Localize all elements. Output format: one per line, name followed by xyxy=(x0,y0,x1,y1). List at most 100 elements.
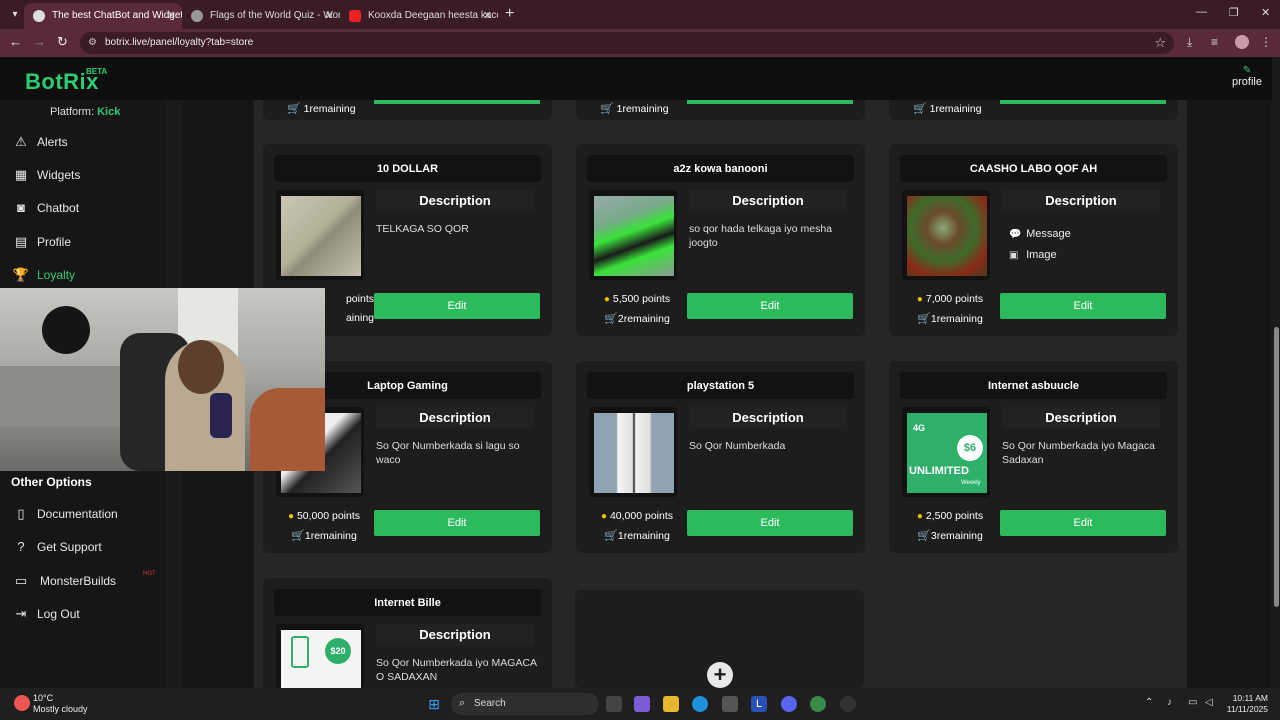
volume-icon[interactable]: ◁ xyxy=(1205,697,1213,708)
close-tab-icon[interactable]: ✕ xyxy=(167,9,176,22)
tab-search-icon[interactable]: ▾ xyxy=(6,6,24,24)
edit-button[interactable]: Edit xyxy=(374,510,540,536)
minimize-icon[interactable]: — xyxy=(1196,6,1207,18)
store-card-partial: 🛒 1remaining xyxy=(576,100,865,120)
description-heading: Description xyxy=(689,190,847,211)
edit-button[interactable]: Edit xyxy=(1000,510,1166,536)
edit-button[interactable] xyxy=(1000,100,1166,104)
sidebar-item-monsterbuilds[interactable]: ▭ MonsterBuilds xyxy=(0,566,166,596)
description-heading: Description xyxy=(1002,190,1160,211)
page-scrollbar[interactable] xyxy=(1272,57,1280,688)
browser-tab-bar: ▾ The best ChatBot and Widgets ✕ Flags o… xyxy=(0,0,1280,29)
sidebar-item-widgets[interactable]: ▦ Widgets xyxy=(0,160,166,190)
browser-toolbar: ← → ↻ ⚙ botrix.live/panel/loyalty?tab=st… xyxy=(0,29,1280,57)
sidebar-item-profile[interactable]: ▤ Profile xyxy=(0,227,166,257)
download-icon[interactable]: ⤓ xyxy=(1187,35,1192,50)
network-icon[interactable]: ▭ xyxy=(1188,697,1197,708)
sidebar-item-chatbot[interactable]: ◙ Chatbot xyxy=(0,193,166,223)
description-text: TELKAGA SO QOR xyxy=(376,223,469,235)
image-price-text: $20 xyxy=(325,638,351,664)
description-heading: Description xyxy=(689,407,847,428)
close-tab-icon[interactable]: ✕ xyxy=(325,9,334,22)
image-unlimited-text: UNLIMITED xyxy=(909,465,969,477)
edit-button[interactable] xyxy=(374,100,540,104)
site-info-icon[interactable]: ⚙ xyxy=(88,37,97,48)
weather-condition: Mostly cloudy xyxy=(33,704,88,714)
sidebar-item-label: Widgets xyxy=(37,168,81,182)
browser-tab-botrix[interactable]: The best ChatBot and Widgets ✕ xyxy=(24,3,182,29)
edit-button[interactable]: Edit xyxy=(1000,293,1166,319)
browser-tab-youtube[interactable]: Kooxda Deegaan heesta kacdan ✕ xyxy=(340,3,498,29)
reload-icon[interactable]: ↻ xyxy=(57,34,68,50)
remaining-count: 🛒1remaining xyxy=(587,529,687,542)
plus-icon[interactable]: + xyxy=(707,662,733,688)
microphone-icon[interactable]: ♪ xyxy=(1167,697,1172,708)
sidebar-item-documentation[interactable]: ▯ Documentation xyxy=(0,499,166,529)
sidebar-item-get-support[interactable]: ? Get Support xyxy=(0,532,166,562)
edit-button[interactable] xyxy=(687,100,853,104)
sidebar-item-alerts[interactable]: ⚠ Alerts xyxy=(0,127,166,157)
sidebar-item-label: Profile xyxy=(37,235,72,249)
close-window-icon[interactable]: ✕ xyxy=(1261,6,1270,19)
remaining-count: 🛒 1remaining xyxy=(600,102,669,115)
back-icon[interactable]: ← xyxy=(9,34,22,49)
item-image xyxy=(276,190,364,280)
image-tag-text: 4G xyxy=(913,423,926,433)
clock[interactable]: 10:11 AM 11/11/2025 xyxy=(1227,693,1268,715)
search-icon: ⌕ xyxy=(459,697,466,709)
points-text: 2,500 points xyxy=(925,510,984,522)
coins-icon: ● xyxy=(600,511,608,522)
document-icon: ▯ xyxy=(17,506,25,521)
sidebar-item-log-out[interactable]: ⇥ Log Out xyxy=(0,599,166,629)
task-view-icon[interactable] xyxy=(606,696,622,712)
sidebar-item-label: Log Out xyxy=(37,607,80,621)
app-icon[interactable] xyxy=(840,696,856,712)
card-title: a2z kowa banooni xyxy=(587,155,854,182)
edit-button[interactable]: Edit xyxy=(374,293,540,319)
file-explorer-icon[interactable] xyxy=(663,696,679,712)
sidebar-item-loyalty[interactable]: 🏆 Loyalty xyxy=(0,260,166,290)
add-item-card[interactable]: + xyxy=(575,590,864,688)
coins-icon: ● xyxy=(287,511,295,522)
close-tab-icon[interactable]: ✕ xyxy=(483,9,492,22)
sidebar-item-label: Get Support xyxy=(37,540,102,554)
edit-button[interactable]: Edit xyxy=(687,293,853,319)
points-text: 50,000 points xyxy=(296,510,361,522)
discord-icon[interactable] xyxy=(781,696,797,712)
edge-browser-icon[interactable] xyxy=(692,696,708,712)
reading-list-icon[interactable]: ≡ xyxy=(1211,35,1218,49)
profile-link[interactable]: ✎ profile xyxy=(1232,65,1262,88)
browser-menu-icon[interactable]: ⋮ xyxy=(1260,35,1272,49)
youtube-favicon-icon xyxy=(349,10,361,22)
browser-profile-avatar[interactable] xyxy=(1235,35,1249,49)
internet-monthly-image: $20 xyxy=(281,630,361,688)
store-icon[interactable] xyxy=(722,696,738,712)
card-title: Internet Bille xyxy=(274,589,541,616)
bookmark-star-icon[interactable]: ☆ xyxy=(1154,35,1166,51)
remaining-text: 1remaining xyxy=(617,530,670,542)
green-cables-image xyxy=(594,196,674,276)
taskbar-search[interactable]: ⌕ Search xyxy=(451,693,599,715)
restore-icon[interactable]: ❐ xyxy=(1229,6,1239,19)
coins-icon: ● xyxy=(603,294,610,305)
item-image xyxy=(589,407,677,497)
scrollbar-thumb[interactable] xyxy=(1274,327,1279,607)
browser-tab-flags[interactable]: Flags of the World Quiz - World ✕ xyxy=(182,3,340,29)
points-text: points xyxy=(345,293,374,305)
copilot-icon[interactable] xyxy=(634,696,650,712)
windows-start-icon[interactable]: ⊞ xyxy=(426,696,442,712)
coins-icon: ● xyxy=(916,511,923,522)
trophy-icon: 🏆 xyxy=(12,267,30,282)
edit-button[interactable]: Edit xyxy=(687,510,853,536)
new-tab-icon[interactable]: + xyxy=(505,5,514,23)
l-app-icon[interactable]: L xyxy=(751,696,767,712)
remaining-text: 3remaining xyxy=(930,530,983,542)
store-card-internet-bille: Internet Bille $20 Description So Qor Nu… xyxy=(263,578,552,688)
hot-badge: HOT xyxy=(143,571,156,577)
weather-text: 10°C Mostly cloudy xyxy=(33,693,88,715)
forward-icon[interactable]: → xyxy=(33,34,46,49)
address-bar[interactable]: ⚙ botrix.live/panel/loyalty?tab=store ☆ xyxy=(80,32,1174,54)
tray-chevron-icon[interactable]: ⌃ xyxy=(1145,697,1153,708)
sidebar-item-label: Chatbot xyxy=(37,201,80,215)
chrome-icon[interactable] xyxy=(810,696,826,712)
